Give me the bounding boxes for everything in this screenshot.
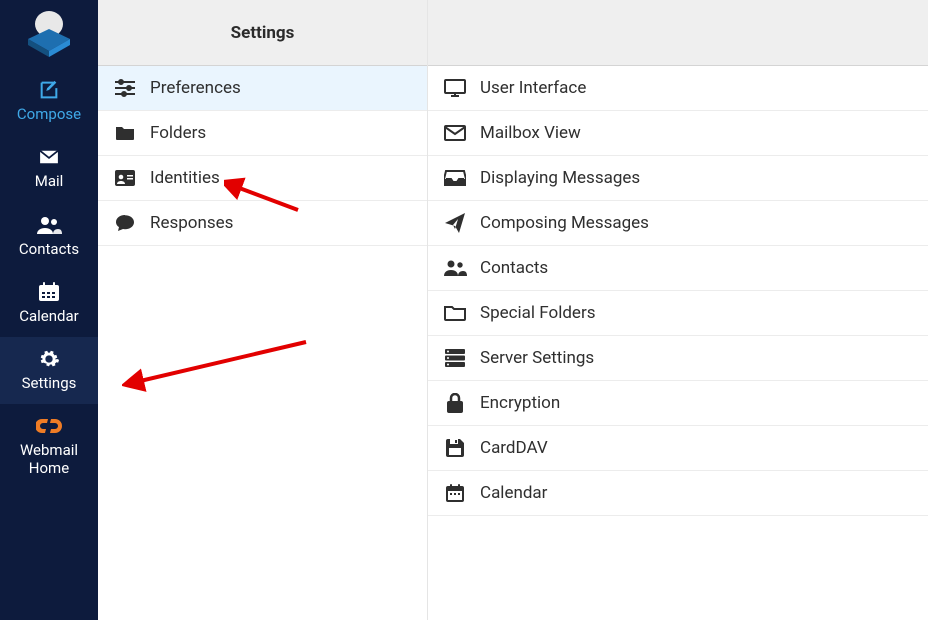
- row-label: Displaying Messages: [480, 168, 640, 188]
- id-card-icon: [112, 168, 138, 188]
- nav-label: Compose: [17, 106, 81, 123]
- pref-item-composing-messages[interactable]: Composing Messages: [428, 201, 928, 246]
- pref-item-calendar[interactable]: Calendar: [428, 471, 928, 516]
- pref-item-carddav[interactable]: CardDAV: [428, 426, 928, 471]
- lock-icon: [442, 393, 468, 413]
- save-icon: [442, 438, 468, 458]
- column-title: Settings: [231, 23, 295, 43]
- cpanel-icon: [36, 414, 62, 438]
- row-label: Folders: [150, 123, 206, 143]
- pref-item-mailbox-view[interactable]: Mailbox View: [428, 111, 928, 156]
- row-label: Server Settings: [480, 348, 594, 368]
- nav-label: Webmail Home: [20, 442, 78, 477]
- nav-label: Settings: [22, 375, 77, 392]
- row-label: Composing Messages: [480, 213, 649, 233]
- compose-icon: [38, 78, 60, 102]
- calendar-small-icon: [442, 483, 468, 503]
- nav-settings[interactable]: Settings: [0, 337, 98, 404]
- nav-mail[interactable]: Mail: [0, 135, 98, 202]
- row-label: Special Folders: [480, 303, 595, 323]
- folder-icon: [112, 123, 138, 143]
- paper-plane-icon: [442, 213, 468, 233]
- people-icon: [442, 258, 468, 278]
- settings-item-responses[interactable]: Responses: [98, 201, 427, 246]
- settings-column-header: Settings: [98, 0, 427, 66]
- app-logo: [0, 0, 98, 68]
- pref-item-contacts[interactable]: Contacts: [428, 246, 928, 291]
- settings-sections-column: Settings Preferences Folders Identities …: [98, 0, 428, 620]
- calendar-icon: [38, 280, 60, 304]
- row-label: User Interface: [480, 78, 586, 98]
- nav-label: Mail: [35, 173, 64, 190]
- sliders-icon: [112, 78, 138, 98]
- nav-label: Contacts: [19, 241, 79, 258]
- row-label: Contacts: [480, 258, 548, 278]
- settings-item-identities[interactable]: Identities: [98, 156, 427, 201]
- nav-calendar[interactable]: Calendar: [0, 270, 98, 337]
- pref-item-server-settings[interactable]: Server Settings: [428, 336, 928, 381]
- mail-icon: [38, 145, 60, 169]
- gear-icon: [38, 347, 60, 371]
- row-label: Responses: [150, 213, 233, 233]
- settings-item-folders[interactable]: Folders: [98, 111, 427, 156]
- row-label: Encryption: [480, 393, 560, 413]
- row-label: Mailbox View: [480, 123, 581, 143]
- settings-item-preferences[interactable]: Preferences: [98, 66, 427, 111]
- nav-webmail-home[interactable]: Webmail Home: [0, 404, 98, 489]
- monitor-icon: [442, 78, 468, 98]
- folder-outline-icon: [442, 303, 468, 323]
- pref-item-encryption[interactable]: Encryption: [428, 381, 928, 426]
- speech-bubble-icon: [112, 213, 138, 233]
- inbox-icon: [442, 168, 468, 188]
- app-sidebar: Compose Mail Contacts Calendar: [0, 0, 98, 620]
- row-label: Identities: [150, 168, 220, 188]
- envelope-icon: [442, 123, 468, 143]
- nav-contacts[interactable]: Contacts: [0, 203, 98, 270]
- row-label: Calendar: [480, 483, 547, 503]
- pref-item-user-interface[interactable]: User Interface: [428, 66, 928, 111]
- preferences-list-column: User Interface Mailbox View Displaying M…: [428, 0, 928, 620]
- server-icon: [442, 348, 468, 368]
- nav-label: Calendar: [19, 308, 79, 325]
- row-label: Preferences: [150, 78, 241, 98]
- contacts-icon: [36, 213, 62, 237]
- pref-item-displaying-messages[interactable]: Displaying Messages: [428, 156, 928, 201]
- pref-item-special-folders[interactable]: Special Folders: [428, 291, 928, 336]
- nav-compose[interactable]: Compose: [0, 68, 98, 135]
- preferences-column-header: [428, 0, 928, 66]
- row-label: CardDAV: [480, 438, 548, 458]
